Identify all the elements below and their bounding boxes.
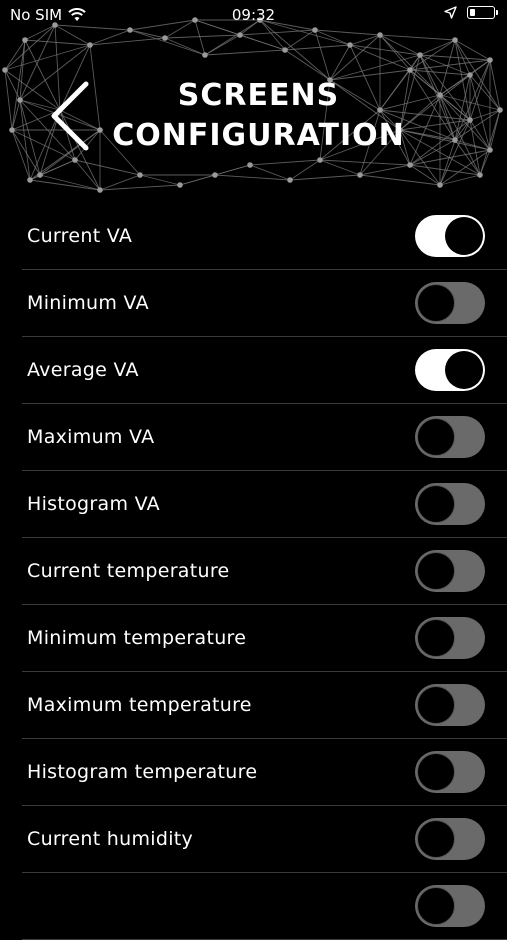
setting-label: Maximum VA bbox=[27, 426, 155, 448]
setting-label: Histogram temperature bbox=[27, 761, 258, 783]
setting-label: Minimum temperature bbox=[27, 627, 247, 649]
setting-row: Current humidity bbox=[22, 806, 507, 873]
setting-label: Current VA bbox=[27, 225, 133, 247]
header: SCREENS CONFIGURATION bbox=[0, 0, 507, 200]
status-right bbox=[444, 6, 498, 19]
toggle-knob bbox=[417, 820, 455, 858]
setting-row: Maximum temperature bbox=[22, 672, 507, 739]
status-bar: No SIM 09:32 bbox=[0, 0, 507, 30]
toggle-knob bbox=[417, 485, 455, 523]
setting-toggle[interactable] bbox=[415, 282, 485, 324]
toggle-knob bbox=[417, 619, 455, 657]
setting-row: Current VA bbox=[22, 203, 507, 270]
setting-label: Current temperature bbox=[27, 560, 230, 582]
page-title: SCREENS CONFIGURATION bbox=[100, 76, 417, 156]
setting-row: Minimum VA bbox=[22, 270, 507, 337]
setting-label: Maximum temperature bbox=[27, 694, 252, 716]
setting-row: Histogram temperature bbox=[22, 739, 507, 806]
setting-row: Histogram VA bbox=[22, 471, 507, 538]
setting-label: Current humidity bbox=[27, 828, 194, 850]
toggle-knob bbox=[445, 351, 483, 389]
setting-row bbox=[22, 873, 507, 940]
setting-toggle[interactable] bbox=[415, 349, 485, 391]
toggle-knob bbox=[445, 217, 483, 255]
page-title-line2: CONFIGURATION bbox=[112, 118, 405, 153]
toggle-knob bbox=[417, 686, 455, 724]
chevron-left-icon[interactable] bbox=[48, 80, 92, 152]
toggle-knob bbox=[417, 887, 455, 925]
setting-toggle[interactable] bbox=[415, 550, 485, 592]
setting-row: Maximum VA bbox=[22, 404, 507, 471]
setting-toggle[interactable] bbox=[415, 684, 485, 726]
setting-toggle[interactable] bbox=[415, 483, 485, 525]
setting-toggle[interactable] bbox=[415, 818, 485, 860]
setting-toggle[interactable] bbox=[415, 215, 485, 257]
battery-icon bbox=[467, 6, 498, 19]
toggle-knob bbox=[417, 284, 455, 322]
setting-toggle[interactable] bbox=[415, 617, 485, 659]
toggle-knob bbox=[417, 753, 455, 791]
page-title-line1: SCREENS bbox=[177, 78, 340, 113]
setting-row: Minimum temperature bbox=[22, 605, 507, 672]
status-time: 09:32 bbox=[231, 6, 276, 24]
setting-toggle[interactable] bbox=[415, 751, 485, 793]
setting-toggle[interactable] bbox=[415, 885, 485, 927]
setting-toggle[interactable] bbox=[415, 416, 485, 458]
setting-row: Current temperature bbox=[22, 538, 507, 605]
setting-label: Average VA bbox=[27, 359, 139, 381]
setting-row: Average VA bbox=[22, 337, 507, 404]
setting-label: Histogram VA bbox=[27, 493, 160, 515]
setting-label: Minimum VA bbox=[27, 292, 149, 314]
toggle-knob bbox=[417, 418, 455, 456]
settings-list: Current VA Minimum VA Average VA Maximum VA… bbox=[0, 203, 507, 940]
toggle-knob bbox=[417, 552, 455, 590]
location-arrow-icon bbox=[444, 6, 457, 19]
